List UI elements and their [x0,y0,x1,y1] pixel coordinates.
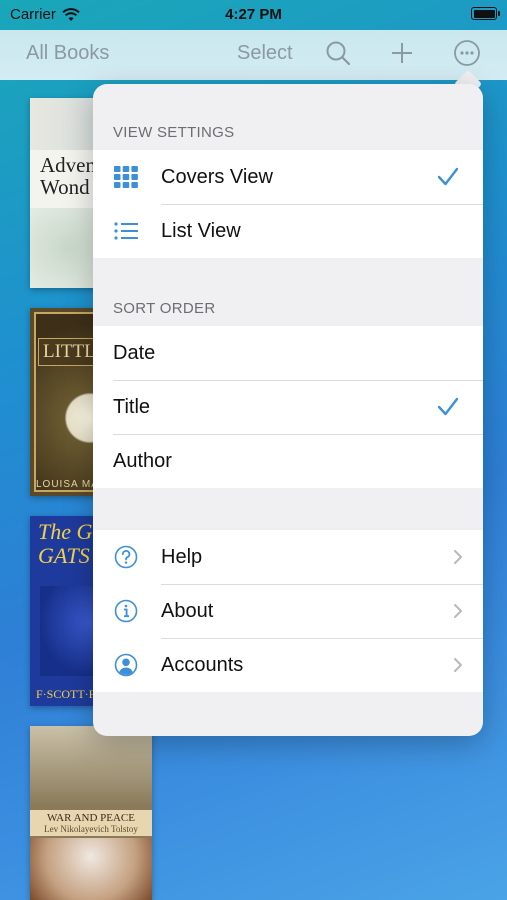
chevron-right-icon [454,604,462,618]
search-icon[interactable] [323,38,353,68]
about-option[interactable]: About [93,584,483,638]
checkmark-icon [437,397,459,416]
checkmark-icon [437,167,459,186]
list-view-option[interactable]: List View [93,204,483,258]
list-icon [114,222,138,240]
sort-by-date-option[interactable]: Date [93,326,483,380]
info-circle-icon [114,599,138,623]
chevron-right-icon [454,658,462,672]
sort-author-label: Author [113,450,172,472]
accounts-option[interactable]: Accounts [93,638,483,692]
more-icon[interactable] [452,38,482,68]
sort-by-title-option[interactable]: Title [93,380,483,434]
sort-date-label: Date [113,342,156,364]
sort-order-header: SORT ORDER [113,300,216,317]
options-menu: VIEW SETTINGS Covers View List View SORT… [93,84,483,736]
sort-title-label: Title [113,396,151,418]
covers-view-option[interactable]: Covers View [93,150,483,204]
view-settings-header: VIEW SETTINGS [113,124,235,141]
book-cover-war-and-peace[interactable]: WAR AND PEACE Lev Nikolayevich Tolstoy [30,726,152,900]
person-circle-icon [114,653,138,677]
book-cover-author: LOUISA MA [36,479,99,490]
clock: 4:27 PM [225,6,282,23]
battery-icon [471,7,500,20]
select-button[interactable]: Select [237,42,293,65]
help-option[interactable]: Help [93,530,483,584]
sort-by-author-option[interactable]: Author [93,434,483,488]
view-settings-group: Covers View List View [93,150,483,258]
plus-icon[interactable] [387,38,417,68]
all-books-button[interactable]: All Books [26,42,109,65]
help-label: Help [161,546,203,568]
cover-art [30,838,152,900]
about-label: About [161,600,214,622]
grid-icon [114,166,138,188]
navigation-bar: All Books Select [0,30,507,80]
book-cover-title: The G GATS [38,519,93,568]
question-circle-icon [114,545,138,569]
status-bar: Carrier 4:27 PM [0,0,507,30]
book-cover-author: F·SCOTT·FI [36,687,100,701]
book-cover-author: Lev Nikolayevich Tolstoy [30,824,152,836]
sort-order-group: Date Title Author [93,326,483,488]
accounts-label: Accounts [161,654,244,676]
list-view-label: List View [161,220,241,242]
chevron-right-icon [454,550,462,564]
covers-view-label: Covers View [161,166,273,188]
more-options-group: Help About Accounts [93,530,483,692]
cover-art [30,726,152,806]
